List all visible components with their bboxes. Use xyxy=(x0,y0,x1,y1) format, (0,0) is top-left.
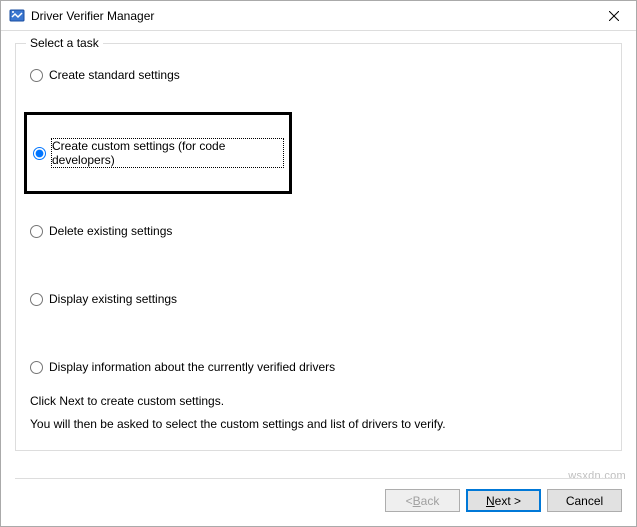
back-suffix: ack xyxy=(421,494,440,508)
window-title: Driver Verifier Manager xyxy=(31,9,591,23)
radio-display-existing-row[interactable]: Display existing settings xyxy=(30,290,607,308)
radio-display-existing[interactable] xyxy=(30,293,43,306)
help-text: Click Next to create custom settings. Yo… xyxy=(30,390,607,436)
help-line-2: You will then be asked to select the cus… xyxy=(30,413,607,436)
close-icon xyxy=(609,11,619,21)
radio-delete-existing-label[interactable]: Delete existing settings xyxy=(49,224,172,238)
radio-display-info-row[interactable]: Display information about the currently … xyxy=(30,358,607,376)
radio-create-custom-row[interactable]: Create custom settings (for code develop… xyxy=(33,137,283,169)
help-line-1: Click Next to create custom settings. xyxy=(30,390,607,413)
titlebar: Driver Verifier Manager xyxy=(1,1,636,31)
client-area: Select a task Create standard settings C… xyxy=(1,31,636,526)
back-prefix: < xyxy=(406,494,413,508)
groupbox-label: Select a task xyxy=(26,36,103,50)
next-suffix: ext > xyxy=(495,494,521,508)
radio-display-info[interactable] xyxy=(30,361,43,374)
cancel-button[interactable]: Cancel xyxy=(547,489,622,512)
radio-create-standard[interactable] xyxy=(30,69,43,82)
close-button[interactable] xyxy=(591,2,636,30)
radio-delete-existing[interactable] xyxy=(30,225,43,238)
radio-display-existing-label[interactable]: Display existing settings xyxy=(49,292,177,306)
back-button: < Back xyxy=(385,489,460,512)
radio-delete-existing-row[interactable]: Delete existing settings xyxy=(30,222,607,240)
radio-create-custom[interactable] xyxy=(33,147,46,160)
back-access: B xyxy=(413,494,421,508)
button-row: < Back Next > Cancel xyxy=(15,478,622,512)
next-button[interactable]: Next > xyxy=(466,489,541,512)
task-groupbox: Select a task Create standard settings C… xyxy=(15,43,622,451)
app-icon xyxy=(9,8,25,24)
radio-create-standard-row[interactable]: Create standard settings xyxy=(30,66,607,84)
radio-create-standard-label[interactable]: Create standard settings xyxy=(49,68,180,82)
radio-display-info-label[interactable]: Display information about the currently … xyxy=(49,360,335,374)
radio-create-custom-label[interactable]: Create custom settings (for code develop… xyxy=(52,139,283,167)
highlight-box: Create custom settings (for code develop… xyxy=(24,112,292,194)
next-access: N xyxy=(486,494,495,508)
